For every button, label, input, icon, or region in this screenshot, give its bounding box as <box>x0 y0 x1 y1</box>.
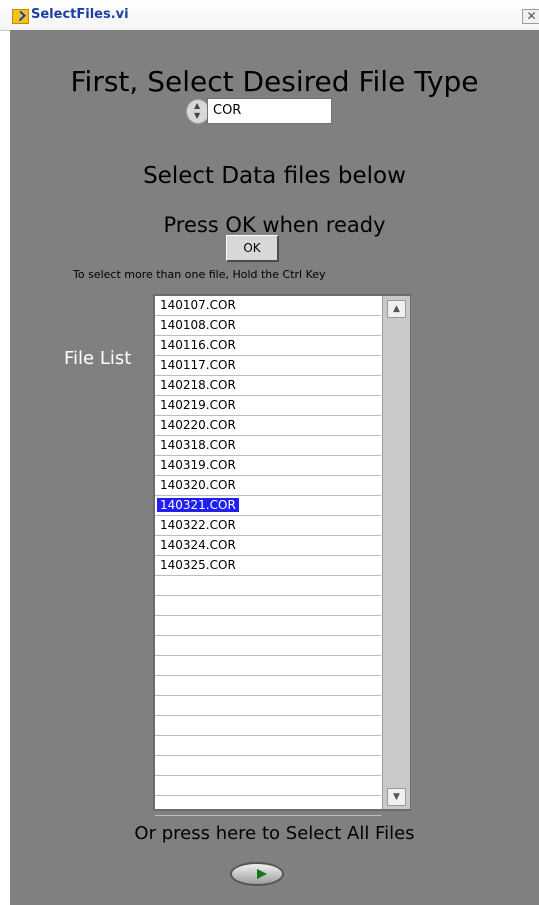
list-item[interactable]: 140218.COR <box>155 376 381 396</box>
list-item-empty[interactable] <box>155 576 381 596</box>
scroll-down-icon[interactable]: ▼ <box>387 788 406 806</box>
list-item-empty[interactable] <box>155 676 381 696</box>
file-type-heading: First, Select Desired File Type <box>70 65 479 98</box>
list-item[interactable]: 140107.COR <box>155 296 381 316</box>
list-item-label: 140107.COR <box>160 298 236 312</box>
list-item-label: 140108.COR <box>160 318 236 332</box>
window: SelectFiles.vi ✕ First, Select Desired F… <box>0 0 539 905</box>
spinner-down-icon[interactable]: ▼ <box>194 112 200 120</box>
list-item-label: 140318.COR <box>160 438 236 452</box>
list-item-label: 140117.COR <box>160 358 236 372</box>
list-item[interactable]: 140318.COR <box>155 436 381 456</box>
title-bar[interactable]: SelectFiles.vi ✕ <box>0 0 539 31</box>
close-button[interactable]: ✕ <box>522 9 539 24</box>
list-item[interactable]: 140324.COR <box>155 536 381 556</box>
list-item-label: 140324.COR <box>160 538 236 552</box>
list-item[interactable]: 140108.COR <box>155 316 381 336</box>
list-item-label: 140319.COR <box>160 458 236 472</box>
list-item-label: 140325.COR <box>160 558 236 572</box>
ok-button[interactable]: OK <box>226 235 279 262</box>
labview-vi-icon <box>12 9 29 24</box>
list-item[interactable]: 140319.COR <box>155 456 381 476</box>
list-item-empty[interactable] <box>155 716 381 736</box>
list-item-label: 140116.COR <box>160 338 236 352</box>
list-item[interactable]: 140325.COR <box>155 556 381 576</box>
select-all-label: Or press here to Select All Files <box>134 823 415 844</box>
ready-text: Press OK when ready <box>163 213 386 237</box>
file-type-field[interactable]: COR <box>207 98 332 124</box>
list-item-empty[interactable] <box>155 596 381 616</box>
data-files-heading: Select Data files below <box>143 163 406 189</box>
window-title: SelectFiles.vi <box>31 7 129 22</box>
file-list-label: File List <box>64 348 132 369</box>
list-item-label: 140218.COR <box>160 378 236 392</box>
list-item[interactable]: 140320.COR <box>155 476 381 496</box>
list-item[interactable]: 140220.COR <box>155 416 381 436</box>
list-item-label: 140219.COR <box>160 398 236 412</box>
list-item[interactable]: 140322.COR <box>155 516 381 536</box>
list-item[interactable]: 140219.COR <box>155 396 381 416</box>
vertical-scrollbar[interactable]: ▲ ▼ <box>382 296 410 809</box>
list-item-empty[interactable] <box>155 776 381 796</box>
scroll-up-icon[interactable]: ▲ <box>387 300 406 318</box>
list-item-label: 140322.COR <box>160 518 236 532</box>
list-item-empty[interactable] <box>155 696 381 716</box>
front-panel: First, Select Desired File Type ▲ ▼ COR … <box>10 30 539 905</box>
spinner-up-icon[interactable]: ▲ <box>194 102 200 110</box>
list-item[interactable]: 140116.COR <box>155 336 381 356</box>
list-item-empty[interactable] <box>155 796 381 816</box>
list-item-empty[interactable] <box>155 736 381 756</box>
list-item-label: 140220.COR <box>160 418 236 432</box>
list-item-empty[interactable] <box>155 616 381 636</box>
select-all-button[interactable] <box>230 862 284 886</box>
list-item-empty[interactable] <box>155 756 381 776</box>
file-list[interactable]: 140107.COR 140108.COR 140116.COR 140117.COR… <box>153 294 411 816</box>
list-item[interactable]: 140117.COR <box>155 356 381 376</box>
file-list-rows: 140107.COR 140108.COR 140116.COR 140117.COR… <box>155 296 381 816</box>
list-item-label: 140321.COR <box>157 498 239 512</box>
multi-select-hint: To select more than one file, Hold the C… <box>73 268 326 281</box>
list-item-empty[interactable] <box>155 656 381 676</box>
list-item-selected[interactable]: 140321.COR <box>155 496 381 516</box>
list-item-empty[interactable] <box>155 636 381 656</box>
list-item-label: 140320.COR <box>160 478 236 492</box>
